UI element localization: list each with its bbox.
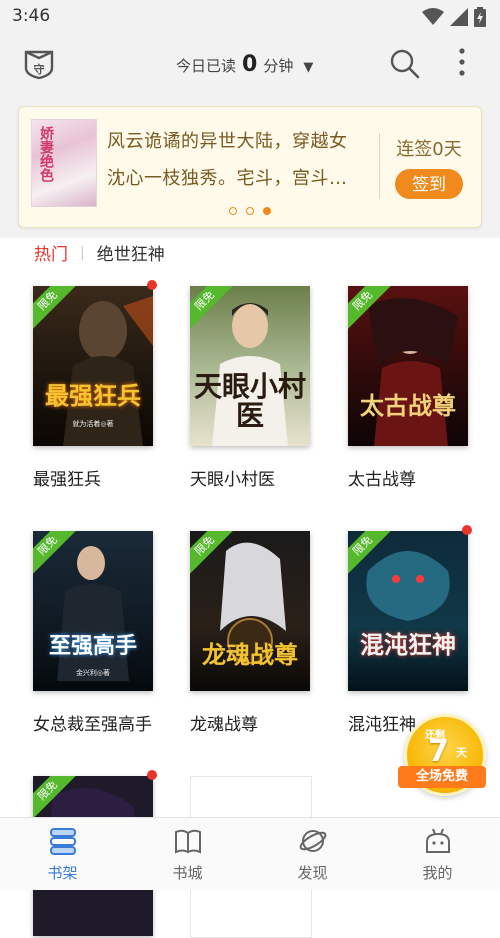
- header: 守 今日已读 0 分钟 ▼: [0, 34, 500, 98]
- book-cover[interactable]: 至强高手 金兴利◎著 限免: [33, 531, 153, 691]
- pager-dot-active[interactable]: [263, 207, 271, 215]
- tag-separator: |: [80, 244, 85, 261]
- banner-divider: [379, 133, 380, 199]
- cover-title: 至强高手: [48, 634, 137, 659]
- banner-cover-text: 娇妻绝色: [38, 126, 54, 182]
- update-dot: [147, 770, 157, 780]
- read-minutes: 0: [242, 52, 258, 77]
- today-read-time[interactable]: 今日已读 0 分钟 ▼: [176, 52, 313, 77]
- book-cover[interactable]: 混沌狂神 限免: [348, 531, 468, 691]
- tab-discover[interactable]: 发现: [250, 818, 375, 890]
- recommend-banner[interactable]: 娇妻绝色 风云诡谲的异世大陆，穿越女 沈心一枝独秀。宅斗，宫斗… 连签0天 签到: [18, 106, 482, 228]
- tag-book-link[interactable]: 绝世狂神: [97, 240, 165, 265]
- hot-tags: 热门 | 绝世狂神: [34, 240, 165, 266]
- book-item[interactable]: 太古战尊 限免 太古战尊: [348, 286, 472, 490]
- read-prefix: 今日已读: [176, 57, 237, 75]
- book-item[interactable]: 龙魂战尊 限免 龙魂战尊: [190, 531, 314, 735]
- book-title[interactable]: 龙魂战尊: [190, 713, 314, 738]
- book-title[interactable]: 女总裁至强高手: [33, 713, 157, 738]
- cover-author: 金兴利◎著: [75, 669, 111, 677]
- book-item[interactable]: 混沌狂神 限免 混沌狂神: [348, 525, 472, 735]
- search-icon: [390, 49, 420, 79]
- sign-streak-text: 连签0天: [396, 139, 462, 160]
- book-title[interactable]: 天眼小村医: [190, 468, 314, 493]
- tab-bookstore[interactable]: 书城: [125, 818, 250, 890]
- tab-bookshelf[interactable]: 书架: [0, 818, 125, 890]
- more-button[interactable]: [452, 46, 472, 84]
- banner-description[interactable]: 风云诡谲的异世大陆，穿越女 沈心一枝独秀。宅斗，宫斗…: [107, 123, 369, 197]
- read-unit: 分钟: [263, 57, 294, 75]
- book-cover[interactable]: 天眼小村医 限免: [190, 286, 310, 446]
- battery-icon: [474, 7, 486, 27]
- tab-label: 书架: [47, 864, 78, 882]
- tab-label: 发现: [297, 864, 328, 882]
- discover-icon: [299, 830, 327, 852]
- book-item[interactable]: 最强狂兵 就为活着◎著 限免 最强狂兵: [33, 280, 157, 490]
- book-cover[interactable]: 最强狂兵 就为活着◎著 限免: [33, 286, 153, 446]
- tab-label: 我的: [422, 864, 453, 882]
- wifi-icon: [422, 8, 444, 25]
- banner-pager: [19, 207, 481, 215]
- free-promo-badge[interactable]: 还剩 7 天 全场免费: [398, 704, 486, 800]
- update-dot: [462, 525, 472, 535]
- dropdown-caret-icon: ▼: [303, 60, 314, 75]
- book-cover[interactable]: 太古战尊 限免: [348, 286, 468, 446]
- cover-title: 混沌狂神: [360, 631, 456, 659]
- book-item[interactable]: 天眼小村医 限免 天眼小村医: [190, 286, 314, 490]
- cover-title: 龙魂战尊: [202, 641, 298, 669]
- search-button[interactable]: [388, 47, 422, 85]
- bookstore-icon: [175, 829, 201, 854]
- svg-text:守: 守: [34, 62, 45, 76]
- bottom-tab-bar: 书架 书城 发现 我的: [0, 817, 500, 890]
- bookshelf-icon: [50, 828, 76, 855]
- profile-icon: [426, 828, 450, 853]
- book-title[interactable]: 太古战尊: [348, 468, 472, 493]
- status-time: 3:46: [12, 6, 51, 26]
- cover-author: 就为活着◎著: [72, 420, 114, 428]
- book-item[interactable]: 至强高手 金兴利◎著 限免 女总裁至强高手: [33, 531, 157, 735]
- more-vertical-icon: [459, 48, 465, 76]
- signal-icon: [450, 8, 468, 26]
- cover-title: 天眼小村医: [193, 370, 306, 433]
- book-cover[interactable]: 龙魂战尊 限免: [190, 531, 310, 691]
- pager-dot[interactable]: [246, 207, 254, 215]
- book-title[interactable]: 最强狂兵: [33, 468, 157, 493]
- update-dot: [147, 280, 157, 290]
- tab-profile[interactable]: 我的: [375, 818, 500, 890]
- tag-hot[interactable]: 热门: [34, 240, 68, 265]
- banner-line-1: 风云诡谲的异世大陆，穿越女: [107, 131, 348, 152]
- shield-guard-icon: 守: [24, 50, 54, 80]
- promo-days: 7: [428, 734, 449, 769]
- banner-book-cover[interactable]: 娇妻绝色: [31, 119, 97, 207]
- pager-dot[interactable]: [229, 207, 237, 215]
- cover-title: 最强狂兵: [45, 382, 141, 410]
- guard-button[interactable]: 守: [22, 48, 56, 84]
- cover-title: 太古战尊: [360, 392, 456, 420]
- tab-label: 书城: [172, 864, 203, 882]
- status-icons: [422, 7, 486, 27]
- sign-in-button[interactable]: 签到: [395, 169, 463, 199]
- promo-ribbon: 全场免费: [398, 766, 486, 788]
- banner-line-2: 沈心一枝独秀。宅斗，宫斗…: [107, 168, 348, 189]
- status-bar: 3:46: [0, 0, 500, 34]
- promo-unit: 天: [456, 746, 467, 759]
